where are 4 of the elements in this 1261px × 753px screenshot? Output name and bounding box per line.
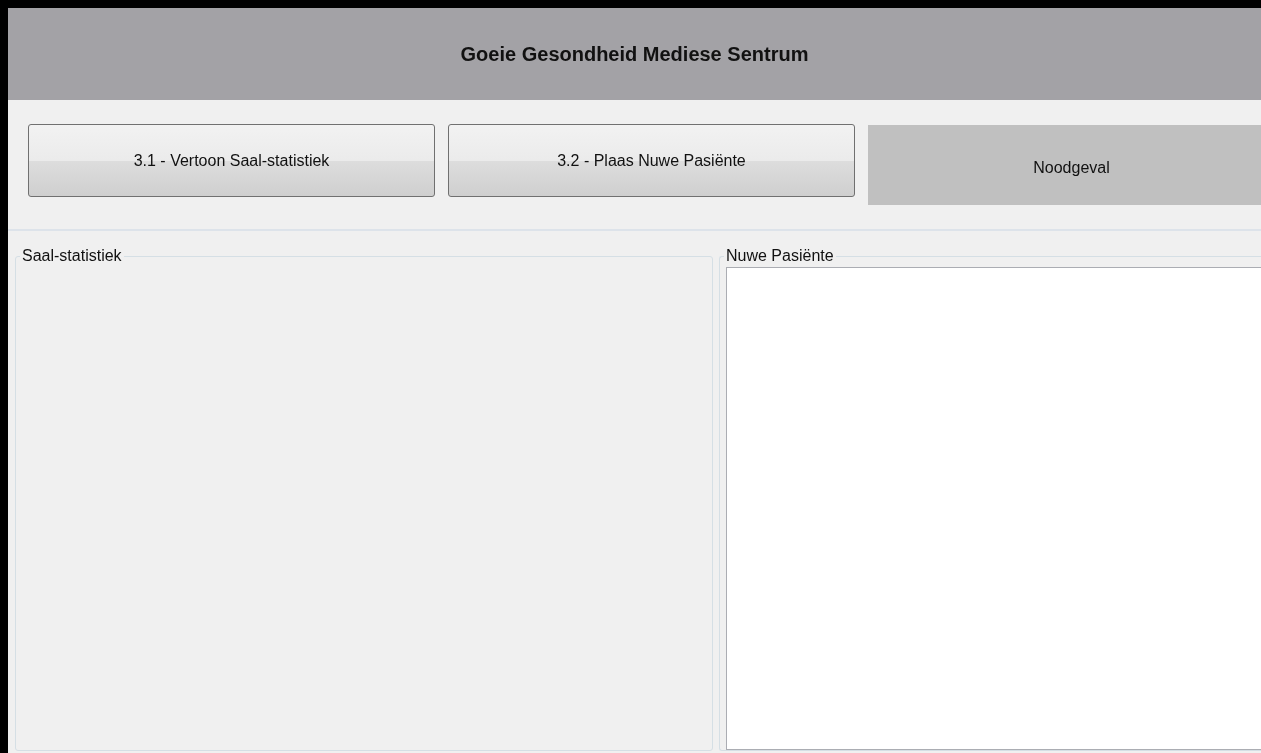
push-button[interactable]: 3.1 - Vertoon Saal-statistiek [28,124,435,197]
flat-button[interactable]: Noodgeval [868,124,1261,205]
window-title: Goeie Gesondheid Mediese Sentrum [460,42,809,67]
push-button[interactable]: 3.2 - Plaas Nuwe Pasiënte [448,124,855,197]
